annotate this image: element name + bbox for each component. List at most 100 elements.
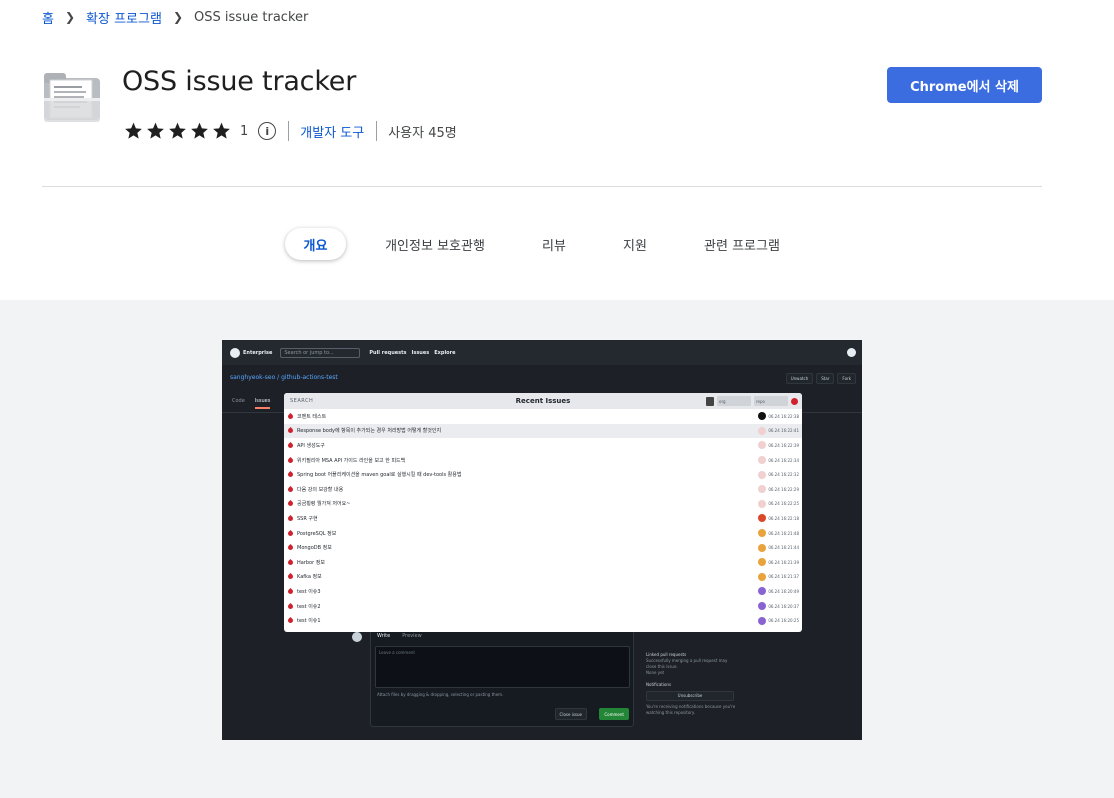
- issue-title: PostgreSQL 정보: [297, 530, 337, 537]
- divider: [288, 121, 290, 141]
- document-folder-icon: [44, 73, 100, 122]
- github-preview-tab: Preview: [402, 633, 422, 639]
- issue-row: test 이슈3 06.24 16:20:49: [284, 584, 802, 599]
- issue-row: test 이슈2 06.24 16:20:37: [284, 599, 802, 614]
- avatar: [758, 426, 766, 435]
- breadcrumb: 홈 ❯ 확장 프로그램 ❯ OSS issue tracker: [42, 8, 308, 27]
- github-repo-tabs: Code Issues: [232, 398, 271, 409]
- avatar: [847, 348, 856, 357]
- issue-date: 06.24 16:20:49: [768, 588, 799, 594]
- issue-date: 06.24 16:22:41: [768, 428, 799, 434]
- avatar: [758, 470, 766, 479]
- github-close-issue: Close issue: [554, 708, 587, 720]
- github-notification-note: You're receiving notifications because y…: [646, 704, 736, 715]
- pin-icon: [286, 441, 295, 450]
- issue-row: test 이슈1 06.24 16:20:25: [284, 613, 802, 628]
- issue-date: 06.24 16:21:39: [768, 559, 799, 565]
- issue-date: 06.24 16:20:37: [768, 603, 799, 609]
- org-select: org: [717, 396, 751, 406]
- pin-icon: [286, 500, 295, 508]
- github-unsubscribe: Unsubscribe: [646, 691, 734, 701]
- avatar: [758, 412, 766, 421]
- issue-date: 06.24 16:22:38: [768, 413, 799, 419]
- avatar: [758, 587, 766, 596]
- github-star: Star: [816, 373, 835, 384]
- issue-date: 06.24 16:21:48: [768, 530, 799, 536]
- category-link[interactable]: 개발자 도구: [300, 122, 364, 141]
- repo-select: repo: [754, 396, 788, 406]
- issue-row: Harbor 정보 06.24 16:21:39: [284, 555, 802, 570]
- pin-icon: [286, 558, 295, 566]
- github-header: Enterprise Search or jump to... Pull req…: [222, 340, 862, 365]
- issue-row: 코멘트 테스트 06.24 16:22:38: [284, 409, 802, 424]
- tab-privacy[interactable]: 개인정보 보호관행: [370, 228, 500, 260]
- issue-row: 위키필리아 MSA API 가이드 라인을 보고 한 피드백 06.24 16:2…: [284, 453, 802, 468]
- issue-title: Response body에 항목이 추가되는 경우 처리방법 어떻게 할것인지: [297, 428, 442, 435]
- pin-icon: [286, 485, 295, 493]
- issue-title: Spring boot 어플리케이션을 maven goal로 실행시킬 때 d…: [297, 472, 462, 479]
- avatar: [758, 558, 766, 567]
- star-icon: [125, 122, 142, 139]
- issue-row: 공금횡령 뭘가져 저어요~ 06.24 16:22:25: [284, 497, 802, 512]
- issue-date: 06.24 16:21:37: [768, 574, 799, 580]
- avatar: [758, 572, 766, 581]
- github-comment-textarea: Leave a comment: [375, 646, 630, 688]
- remove-from-chrome-button[interactable]: Chrome에서 삭제: [887, 67, 1042, 103]
- issue-date: 06.24 16:20:25: [768, 618, 799, 624]
- avatar: [758, 499, 766, 508]
- pin-icon: [286, 427, 295, 435]
- rating-count[interactable]: 1: [240, 124, 248, 139]
- star-icon: [147, 122, 164, 139]
- tab-overview[interactable]: 개요: [285, 228, 346, 260]
- github-sidebar: Linked pull requests Successfully mergin…: [646, 646, 736, 716]
- issue-row: Spring boot 어플리케이션을 maven goal로 실행시킬 때 d…: [284, 467, 802, 482]
- issue-date: 06.24 16:22:29: [768, 486, 799, 492]
- tab-bar: 개요 개인정보 보호관행 리뷰 지원 관련 프로그램: [0, 228, 1114, 260]
- issue-date: 06.24 16:22:39: [768, 442, 799, 448]
- issue-row: PostgreSQL 정보 06.24 16:21:48: [284, 526, 802, 541]
- github-write-tab: Write: [377, 633, 391, 639]
- issue-title: 위키필리아 MSA API 가이드 라인을 보고 한 피드백: [297, 457, 406, 464]
- pin-icon: [286, 587, 295, 595]
- tab-support[interactable]: 지원: [610, 228, 660, 260]
- issue-row: Kafka 정보 06.24 16:21:37: [284, 570, 802, 585]
- github-tab-code: Code: [232, 398, 245, 404]
- github-search: Search or jump to...: [280, 347, 361, 358]
- issue-title: SSR 구현: [297, 515, 318, 522]
- issue-title: test 이슈3: [297, 588, 321, 595]
- breadcrumb-home[interactable]: 홈: [42, 8, 54, 27]
- issue-title: test 이슈1: [297, 618, 321, 625]
- issue-list: 코멘트 테스트 06.24 16:22:38 Response body에 항목이 …: [284, 409, 802, 628]
- info-icon[interactable]: i: [258, 122, 277, 140]
- avatar: [352, 632, 362, 642]
- chevron-right-icon: ❯: [172, 10, 183, 24]
- user-count: 사용자 45명: [388, 125, 457, 141]
- github-comment-box: Write Preview Leave a comment Attach fil…: [370, 627, 634, 727]
- github-comment-tabs: Write Preview: [377, 633, 422, 639]
- issue-date: 06.24 16:21:44: [768, 545, 799, 551]
- issue-title: 공금횡령 뭘가져 저어요~: [297, 501, 351, 508]
- pin-icon: [286, 602, 295, 610]
- tab-reviews[interactable]: 리뷰: [528, 228, 580, 260]
- avatar: [758, 529, 766, 538]
- chrome-web-store-page: 홈 ❯ 확장 프로그램 ❯ OSS issue tracker OSS issu…: [0, 0, 1114, 798]
- extension-screenshot[interactable]: Enterprise Search or jump to... Pull req…: [222, 340, 862, 740]
- avatar: [758, 602, 766, 611]
- extension-title: OSS issue tracker: [122, 66, 357, 97]
- rating-stars[interactable]: [123, 121, 232, 141]
- divider: [376, 121, 378, 141]
- pin-icon: [286, 471, 295, 479]
- tab-related[interactable]: 관련 프로그램: [690, 228, 794, 260]
- github-unwatch: Unwatch: [785, 373, 814, 384]
- popup-header: SEARCH Recent Issues org repo: [284, 393, 802, 409]
- github-attach-hint: Attach files by dragging & dropping, sel…: [377, 692, 504, 697]
- popup-controls: org repo: [706, 396, 798, 406]
- issue-title: Kafka 정보: [297, 574, 322, 581]
- issue-title: 다음 강의 보강할 내용: [297, 486, 344, 493]
- issue-title: MongoDB 정보: [297, 545, 332, 552]
- recent-issues-popup: SEARCH Recent Issues org repo 코멘트 테스트 06.…: [284, 393, 802, 632]
- breadcrumb-extensions[interactable]: 확장 프로그램: [86, 8, 162, 27]
- issue-row: API 생성도구 06.24 16:22:39: [284, 438, 802, 453]
- issue-title: test 이슈2: [297, 603, 321, 610]
- pin-icon: [286, 529, 295, 537]
